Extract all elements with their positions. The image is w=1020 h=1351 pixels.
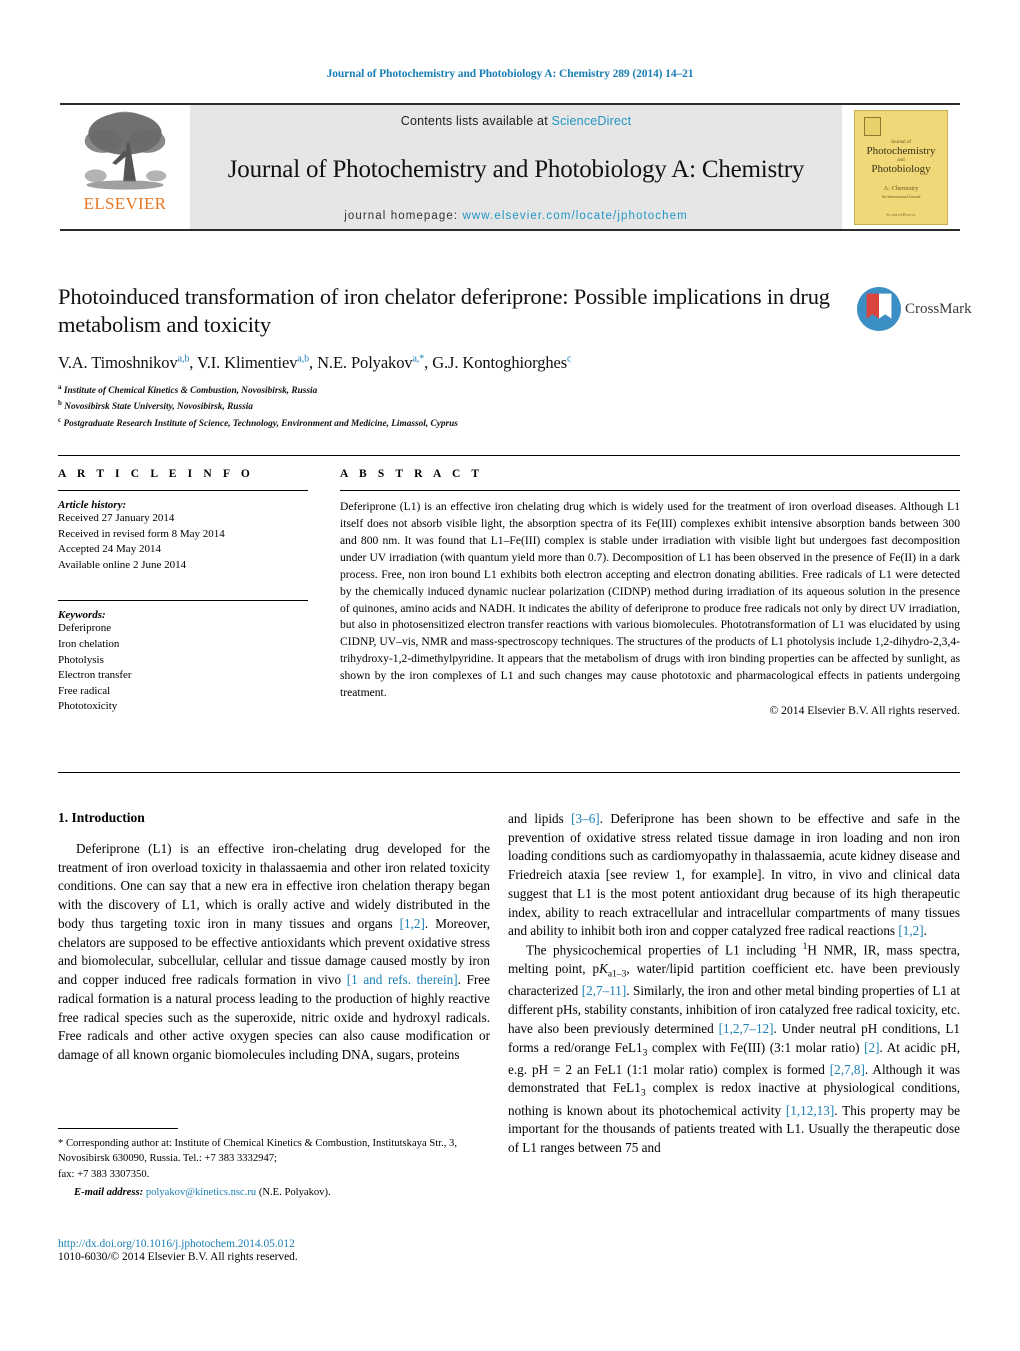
affiliation-text: Institute of Chemical Kinetics & Combust… <box>63 386 318 397</box>
article-history-label: Article history: <box>58 499 127 511</box>
paragraph: and lipids [3–6]. Deferiprone has been s… <box>508 811 960 939</box>
elsevier-tree-icon <box>84 111 167 190</box>
body-column-left: 1. Introduction Deferiprone (L1) is an e… <box>58 810 490 1065</box>
abstract-copyright: © 2014 Elsevier B.V. All rights reserved… <box>769 704 960 718</box>
history-item: Received 27 January 2014 <box>58 512 175 524</box>
email-owner: (N.E. Polyakov). <box>258 1187 331 1199</box>
abstract-rule <box>340 490 960 491</box>
cover-line-2: Photobiology <box>871 162 931 175</box>
email-link[interactable]: polyakov@kinetics.nsc.ru <box>146 1187 256 1198</box>
footnote-block: * Corresponding author at: Institute of … <box>58 1128 490 1200</box>
cover-subtitle: A: Chemistry <box>883 185 919 193</box>
homepage-url-link[interactable]: www.elsevier.com/locate/jphotochem <box>462 210 687 222</box>
affiliation-marker: b <box>58 399 62 408</box>
affiliation-marker: c <box>58 415 62 424</box>
affiliation-list: a Institute of Chemical Kinetics & Combu… <box>58 382 848 431</box>
affiliation-item: a Institute of Chemical Kinetics & Combu… <box>58 382 848 398</box>
keyword-item: Free radical <box>58 684 111 697</box>
cover-line-1: Photochemistry <box>866 144 936 157</box>
article-info-rule <box>58 490 308 491</box>
affiliation-item: c Postgraduate Research Institute of Sci… <box>58 415 848 431</box>
contents-prefix: Contents lists available at <box>400 114 552 128</box>
cover-tiny-text: An International Journal <box>881 194 921 200</box>
corresponding-author-note: * Corresponding author at: Institute of … <box>58 1138 457 1165</box>
contents-available-line: Contents lists available at ScienceDirec… <box>401 114 632 128</box>
article-info-column: A R T I C L E I N F O Article history: R… <box>58 468 308 715</box>
history-item: Accepted 24 May 2014 <box>58 543 161 556</box>
keyword-item: Photolysis <box>58 653 104 666</box>
paper-page: Journal of Photochemistry and Photobiolo… <box>0 0 1020 1351</box>
section-title-introduction: 1. Introduction <box>58 810 145 825</box>
journal-title: Journal of Photochemistry and Photobiolo… <box>227 155 805 183</box>
abstract-bottom-rule <box>58 772 960 773</box>
affiliation-item: b Novosibirsk State University, Novosibi… <box>58 398 848 414</box>
history-item: Received in revised form 8 May 2014 <box>58 527 225 540</box>
abstract-column: A B S T R A C T Deferiprone (L1) is an e… <box>340 468 960 717</box>
email-label: E-mail address: <box>74 1187 144 1199</box>
doi-link[interactable]: http://dx.doi.org/10.1016/j.jphotochem.2… <box>58 1238 498 1250</box>
sciencedirect-link[interactable]: ScienceDirect <box>552 114 632 128</box>
title-block: Photoinduced transformation of iron chel… <box>58 283 848 431</box>
info-top-rule <box>58 455 960 456</box>
keyword-item: Deferiprone <box>58 622 112 635</box>
keywords-rule <box>58 600 308 602</box>
page-title: Photoinduced transformation of iron chel… <box>58 284 830 338</box>
keyword-item: Electron transfer <box>58 669 132 682</box>
author-list: V.A. Timoshnikova,b, V.I. Klimentieva,b,… <box>58 353 572 373</box>
paragraph: Deferiprone (L1) is an effective iron-ch… <box>58 841 491 1063</box>
abstract-text: Deferiprone (L1) is an effective iron ch… <box>340 500 960 700</box>
journal-masthead: ELSEVIER Contents lists available at Sci… <box>60 103 960 231</box>
affiliation-text: Novosibirsk State University, Novosibirs… <box>64 402 253 413</box>
keyword-item: Iron chelation <box>58 638 120 651</box>
article-info-heading: A R T I C L E I N F O <box>58 468 254 480</box>
history-item: Available online 2 June 2014 <box>58 558 187 571</box>
keywords-label: Keywords: <box>58 609 106 622</box>
fax-line: fax: +7 383 3307350. <box>58 1168 150 1180</box>
email-line: E-mail address: polyakov@kinetics.nsc.ru… <box>58 1185 490 1200</box>
cover-bottom-text: ScienceDirect <box>886 211 916 217</box>
elsevier-logo-block: ELSEVIER <box>60 105 190 229</box>
body-column-right: and lipids [3–6]. Deferiprone has been s… <box>508 810 960 1158</box>
masthead-center: Contents lists available at ScienceDirec… <box>190 105 842 229</box>
journal-homepage-line: journal homepage: www.elsevier.com/locat… <box>344 210 688 222</box>
issn-copyright-line: 1010-6030/© 2014 Elsevier B.V. All right… <box>58 1251 298 1263</box>
journal-cover-image: Journal of Photochemistry and Photobiolo… <box>854 109 948 225</box>
running-head: Journal of Photochemistry and Photobiolo… <box>326 68 694 80</box>
doi-block: http://dx.doi.org/10.1016/j.jphotochem.2… <box>58 1238 498 1263</box>
homepage-label: journal homepage: <box>344 210 459 222</box>
abstract-heading: A B S T R A C T <box>340 468 484 480</box>
keyword-item: Phototoxicity <box>58 700 118 713</box>
cover-elsevier-mark-icon <box>864 116 881 136</box>
journal-cover-block: Journal of Photochemistry and Photobiolo… <box>842 105 960 229</box>
crossmark-badge[interactable]: CrossMark <box>856 278 972 340</box>
affiliation-marker: a <box>58 383 62 392</box>
paragraph: The physicochemical properties of L1 inc… <box>508 942 961 1156</box>
footnote-rule <box>58 1128 178 1129</box>
crossmark-label: CrossMark <box>905 300 972 317</box>
affiliation-text: Postgraduate Research Institute of Scien… <box>63 418 458 429</box>
elsevier-wordmark: ELSEVIER <box>83 194 167 213</box>
crossmark-icon <box>856 286 902 332</box>
